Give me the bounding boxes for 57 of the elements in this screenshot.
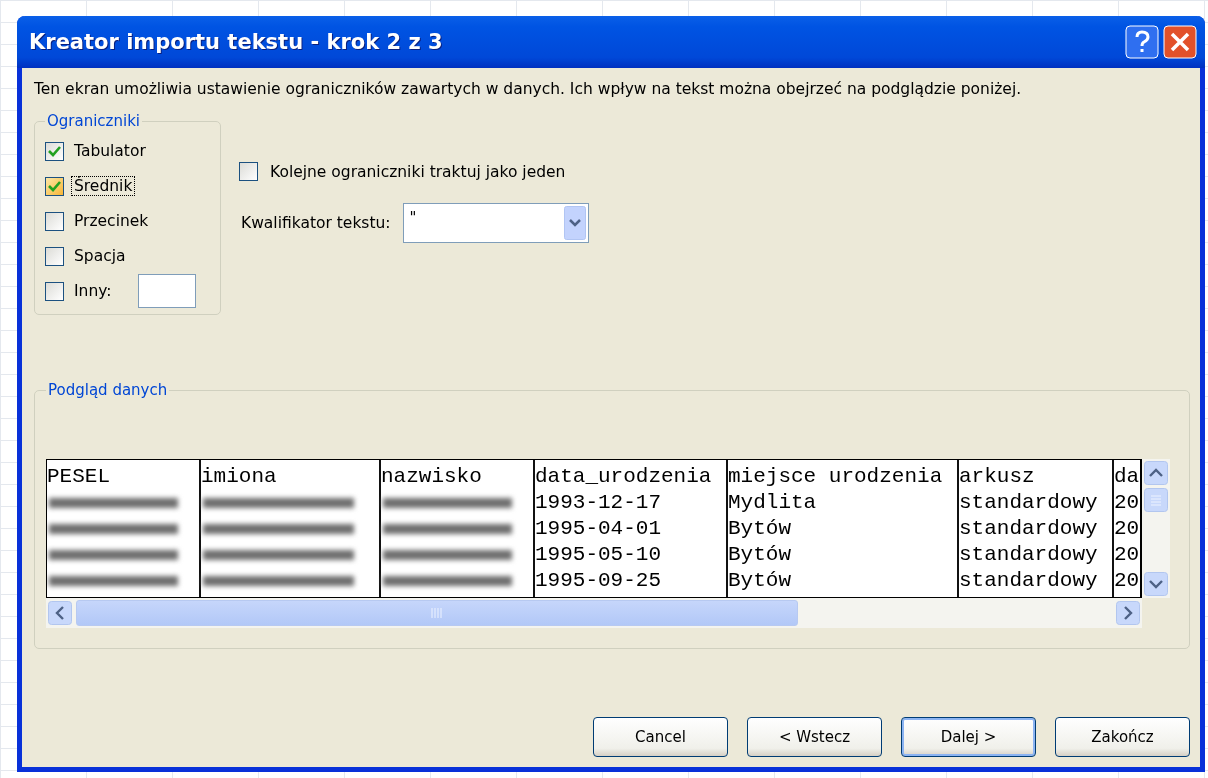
vertical-scrollbar[interactable] — [1142, 459, 1170, 598]
scroll-up-icon[interactable] — [1144, 461, 1168, 485]
column-header: nazwisko — [381, 464, 483, 490]
input-field[interactable] — [137, 274, 196, 308]
checkbox[interactable] — [45, 211, 64, 231]
checkbox-label[interactable]: Spacja — [72, 247, 128, 265]
help-icon[interactable] — [1125, 25, 1159, 59]
window-title: Kreator importu tekstu - krok 2 z 3 — [29, 30, 444, 54]
column-header: data_urodzenia — [535, 464, 713, 490]
scroll-right-icon[interactable] — [1116, 601, 1140, 625]
checkbox-label[interactable]: Tabulator — [72, 142, 148, 160]
table-cell: 20 — [1114, 516, 1140, 542]
checkbox-label[interactable]: Średnik — [72, 177, 135, 195]
table-cell: 20 — [1114, 542, 1140, 568]
table-cell-text: standardowy — [959, 490, 1099, 516]
scroll-thumb-icon[interactable] — [1144, 488, 1168, 512]
table-cell: 20 — [1114, 568, 1140, 594]
horizontal-scrollbar[interactable] — [46, 598, 1142, 628]
table-cell-text: 1995-09-25 — [535, 568, 663, 594]
table-cell-text: Bytów — [728, 516, 792, 542]
checkbox-label[interactable]: Inny: — [72, 282, 114, 300]
table-cell-text: standardowy — [959, 568, 1099, 594]
checkbox[interactable] — [239, 162, 258, 181]
checkbox[interactable] — [45, 246, 64, 266]
dialog-button[interactable]: < Wstecz — [747, 717, 882, 757]
checkbox-label[interactable]: Przecinek — [72, 212, 151, 230]
checkbox[interactable] — [45, 281, 64, 301]
dialog-button[interactable]: Cancel — [593, 717, 728, 757]
qualifier-dropdown[interactable]: " — [402, 203, 589, 243]
scroll-down-icon[interactable] — [1144, 572, 1168, 596]
table-cell-text: 1995-04-01 — [535, 516, 663, 542]
table-cell-text: Bytów — [728, 542, 792, 568]
dialog-button[interactable]: Zakończ — [1055, 717, 1190, 757]
checkbox[interactable] — [45, 176, 64, 196]
table-cell: 20 — [1114, 490, 1140, 516]
scroll-left-icon[interactable] — [48, 601, 72, 625]
table-cell-text: Bytów — [728, 568, 792, 594]
column-header: arkusz — [959, 464, 1036, 490]
column-header: da — [1114, 464, 1140, 490]
grip-icon — [431, 608, 443, 618]
table-cell-text: standardowy — [959, 542, 1099, 568]
checkbox-label[interactable]: Kolejne ograniczniki traktuj jako jeden — [268, 162, 568, 181]
group-legend: Ograniczniki — [45, 112, 142, 130]
description-text: Ten ekran umożliwia ustawienie ograniczników zawartych w danych. Ich wpływ na tekst można obejrzeć na podglądzie poniżej. — [34, 80, 1023, 98]
column-header: PESEL — [47, 464, 111, 490]
scroll-thumb[interactable] — [76, 600, 798, 626]
dialog-button[interactable]: Dalej > — [901, 717, 1036, 757]
table-cell-text: Mydlita — [728, 490, 818, 516]
column-header: imiona — [201, 464, 278, 490]
table-cell-text: 1995-05-10 — [535, 542, 663, 568]
table-cell-text: standardowy — [959, 516, 1099, 542]
qualifier-label: Kwalifikator tekstu: — [240, 214, 392, 232]
column-header: miejsce urodzenia — [728, 464, 944, 490]
checkbox[interactable] — [45, 141, 64, 161]
table-cell-text: 1993-12-17 — [535, 490, 663, 516]
group-legend: Podgląd danych — [46, 381, 170, 399]
close-icon[interactable] — [1163, 25, 1197, 59]
